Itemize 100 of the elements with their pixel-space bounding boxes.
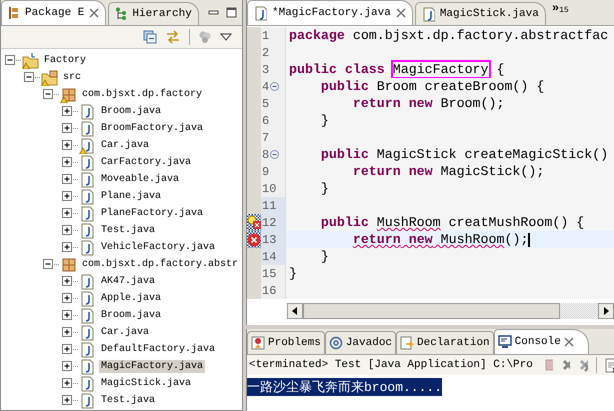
- expand-icon[interactable]: [62, 276, 73, 287]
- line-number: 3: [262, 62, 270, 76]
- tree-item[interactable]: src: [61, 71, 84, 84]
- line-number: 1: [262, 28, 270, 42]
- line-number: 12: [262, 216, 276, 230]
- close-icon[interactable]: [564, 337, 574, 347]
- code-line: }: [289, 266, 297, 281]
- expand-icon[interactable]: [62, 293, 73, 304]
- collapse-icon[interactable]: [24, 72, 35, 83]
- tree-item[interactable]: Test.java: [99, 224, 158, 237]
- code-line: public MushRoom creatMushRoom() {: [320, 215, 584, 230]
- line-number: 7: [262, 130, 270, 144]
- tree-item[interactable]: DefaultFactory.java: [99, 343, 218, 356]
- maximize-icon[interactable]: [226, 6, 238, 18]
- expand-icon[interactable]: [62, 140, 73, 151]
- tree-item[interactable]: Moveable.java: [99, 173, 182, 186]
- remove-icon[interactable]: [560, 358, 570, 372]
- chevron-label: »: [552, 1, 560, 15]
- expand-icon[interactable]: [62, 361, 73, 372]
- line-number: 4: [262, 80, 270, 94]
- tree-item[interactable]: CarFactory.java: [99, 156, 194, 169]
- line-number: 11: [262, 198, 276, 212]
- line-number: 15: [262, 266, 276, 280]
- tree-item[interactable]: Test.java: [99, 394, 158, 407]
- tree-item[interactable]: Broom.java: [99, 105, 164, 118]
- tree-item[interactable]: VehicleFactory.java: [99, 241, 218, 254]
- line-number: 10: [262, 182, 276, 196]
- horizontal-scrollbar[interactable]: [287, 303, 614, 319]
- fold-icon[interactable]: [270, 150, 280, 159]
- more-tabs-button[interactable]: »15: [548, 0, 573, 25]
- collapse-icon[interactable]: [43, 259, 54, 270]
- tree-item[interactable]: Car.java: [99, 139, 152, 152]
- tree-item[interactable]: MagicStick.java: [99, 377, 194, 390]
- tree-item[interactable]: MagicFactory.java: [99, 360, 206, 373]
- tree-item[interactable]: Broom.java: [99, 309, 164, 322]
- collapse-all-icon[interactable]: [143, 30, 157, 44]
- tree-item[interactable]: com.bjsxt.dp.factory.abstr: [80, 258, 240, 271]
- remove-all-icon[interactable]: [578, 358, 588, 372]
- view-tab[interactable]: Javadoc: [324, 331, 396, 354]
- collapse-icon[interactable]: [43, 89, 54, 100]
- view-tab[interactable]: Console: [494, 329, 589, 354]
- clear-console-icon[interactable]: [604, 358, 614, 372]
- code-line: return new MagicStick();: [352, 164, 544, 179]
- code-line: }: [320, 249, 329, 264]
- expand-icon[interactable]: [62, 310, 73, 321]
- view-tab[interactable]: Package E: [1, 0, 106, 25]
- expand-icon[interactable]: [62, 327, 73, 338]
- tab-count: 15: [559, 6, 569, 15]
- view-tab[interactable]: Problems: [247, 331, 325, 354]
- expand-icon[interactable]: [62, 225, 73, 236]
- editor-tab[interactable]: *MagicFactory.java: [247, 0, 413, 25]
- tree-item[interactable]: com.bjsxt.dp.factory: [80, 88, 204, 101]
- expand-icon[interactable]: [62, 395, 73, 406]
- code-line: return new Broom();: [352, 96, 504, 111]
- tree-item[interactable]: Factory: [42, 54, 88, 67]
- expand-icon[interactable]: [62, 191, 73, 202]
- expand-icon[interactable]: [62, 344, 73, 355]
- declaration-icon: [400, 336, 414, 350]
- line-number: 2: [262, 46, 270, 60]
- code-line: public class MagicFactory {: [289, 62, 504, 77]
- tree-item[interactable]: AK47.java: [99, 275, 158, 288]
- line-number: 6: [262, 114, 270, 128]
- problems-icon: [251, 336, 265, 350]
- close-icon[interactable]: [396, 8, 406, 18]
- tree-item[interactable]: Car.java: [99, 326, 152, 339]
- console-process-label: <terminated> Test [Java Application] C:\Pro: [249, 359, 533, 371]
- expand-icon[interactable]: [62, 174, 73, 185]
- line-number: 8: [262, 148, 270, 162]
- close-icon[interactable]: [89, 8, 100, 18]
- line-number: 13: [262, 232, 276, 246]
- view-menu-icon[interactable]: [220, 33, 232, 41]
- expand-icon[interactable]: [62, 157, 73, 168]
- code-line: }: [320, 181, 329, 196]
- expand-icon[interactable]: [62, 208, 73, 219]
- fold-icon[interactable]: [270, 82, 280, 91]
- line-number: 14: [262, 250, 276, 264]
- code-line: public Broom createBroom() {: [320, 79, 544, 94]
- scroll-thumb[interactable]: [303, 303, 560, 319]
- scroll-left-icon[interactable]: [287, 303, 303, 319]
- java-file-icon: [422, 6, 435, 22]
- java-file-icon: [254, 6, 267, 20]
- line-number: 5: [262, 96, 270, 110]
- minimize-icon[interactable]: [208, 8, 220, 18]
- view-tab[interactable]: Declaration: [396, 331, 494, 354]
- text-cursor: [528, 232, 530, 246]
- tree-item[interactable]: PlaneFactory.java: [99, 207, 206, 220]
- expand-icon[interactable]: [62, 378, 73, 389]
- tree-item[interactable]: Apple.java: [99, 292, 164, 305]
- line-number: 16: [262, 284, 276, 298]
- expand-icon[interactable]: [62, 106, 73, 117]
- scroll-right-icon[interactable]: [598, 303, 614, 319]
- tree-item[interactable]: BroomFactory.java: [99, 122, 206, 135]
- code-line: package com.bjsxt.dp.factory.abstractfac: [289, 28, 608, 43]
- code-line: public MagicStick createMagicStick(): [320, 147, 608, 162]
- view-tab[interactable]: Hierarchy: [108, 2, 199, 25]
- tree-item[interactable]: Plane.java: [99, 190, 164, 203]
- expand-icon[interactable]: [62, 242, 73, 253]
- collapse-icon[interactable]: [5, 55, 16, 66]
- editor-tab[interactable]: MagicStick.java: [414, 2, 546, 25]
- expand-icon[interactable]: [62, 123, 73, 134]
